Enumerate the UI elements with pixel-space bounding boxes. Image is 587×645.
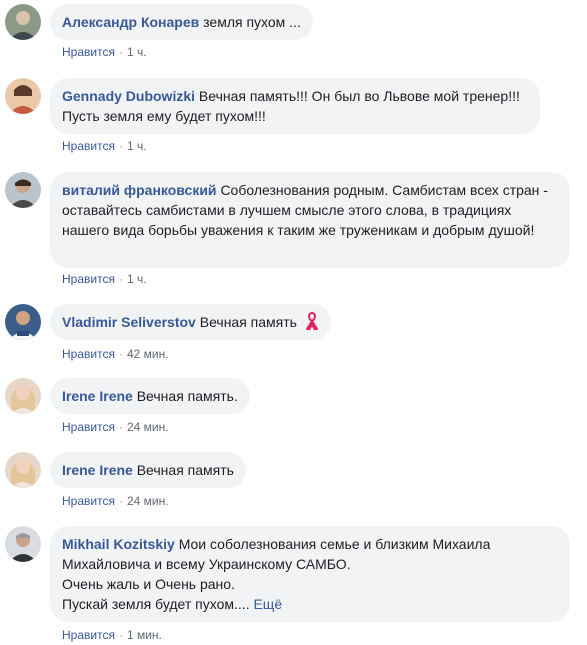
comment-meta: Нравится · 1 мин. <box>62 627 162 643</box>
comment-author[interactable]: Mikhail Kozitskiy <box>62 536 175 552</box>
comment-bubble: Irene Irene Вечная память. <box>50 378 250 414</box>
comment-meta: Нравится · 1 ч. <box>62 138 147 154</box>
comment-text-line: Пускай земля будет пухом.... <box>62 596 250 612</box>
separator-dot: · <box>118 272 123 286</box>
comment-text: Вечная память <box>199 314 297 330</box>
avatar[interactable] <box>5 304 41 340</box>
comment-text: земля пухом ... <box>203 14 301 30</box>
comment-meta: Нравится · 1 ч. <box>62 271 147 287</box>
comment-meta: Нравится · 42 мин. <box>62 346 169 362</box>
like-link[interactable]: Нравится <box>62 347 115 361</box>
separator-dot: · <box>118 494 123 508</box>
separator-dot: · <box>118 139 123 153</box>
avatar[interactable] <box>5 452 41 488</box>
avatar[interactable] <box>5 78 41 114</box>
like-link[interactable]: Нравится <box>62 45 115 59</box>
comment-bubble: Irene Irene Вечная память <box>50 452 246 488</box>
like-link[interactable]: Нравится <box>62 494 115 508</box>
comment-text: Вечная память. <box>136 388 238 404</box>
comment-meta: Нравится · 1 ч. <box>62 44 147 60</box>
comment-meta: Нравится · 24 мин. <box>62 419 169 435</box>
comment-author[interactable]: Irene Irene <box>62 388 133 404</box>
avatar[interactable] <box>5 526 41 562</box>
like-link[interactable]: Нравится <box>62 272 115 286</box>
ribbon-icon <box>305 312 319 335</box>
separator-dot: · <box>118 420 123 434</box>
comment-author[interactable]: Gennady Dubowizki <box>62 88 195 104</box>
comment-bubble: Gennady Dubowizki Вечная память!!! Он бы… <box>50 78 540 134</box>
comment-meta: Нравится · 24 мин. <box>62 493 169 509</box>
separator-dot: · <box>118 45 123 59</box>
comment-time[interactable]: 1 ч. <box>127 139 147 153</box>
comment-time[interactable]: 42 мин. <box>127 347 169 361</box>
like-link[interactable]: Нравится <box>62 628 115 642</box>
like-link[interactable]: Нравится <box>62 420 115 434</box>
comment-bubble: Vladimir Seliverstov Вечная память <box>50 304 331 340</box>
comment-author[interactable]: Irene Irene <box>62 462 133 478</box>
comment-time[interactable]: 24 мин. <box>127 494 169 508</box>
comment-time[interactable]: 24 мин. <box>127 420 169 434</box>
avatar[interactable] <box>5 4 41 40</box>
comment-author[interactable]: Vladimir Seliverstov <box>62 314 196 330</box>
comment-bubble: виталий франковский Соболезнования родны… <box>50 172 570 268</box>
comment-bubble: Mikhail Kozitskiy Мои соболезнования сем… <box>50 526 570 622</box>
avatar[interactable] <box>5 378 41 414</box>
comment-author[interactable]: виталий франковский <box>62 182 217 198</box>
comment-time[interactable]: 1 ч. <box>127 272 147 286</box>
like-link[interactable]: Нравится <box>62 139 115 153</box>
separator-dot: · <box>118 628 123 642</box>
avatar[interactable] <box>5 172 41 208</box>
comment-time[interactable]: 1 мин. <box>127 628 162 642</box>
see-more-link[interactable]: Ещё <box>253 596 282 612</box>
separator-dot: · <box>118 347 123 361</box>
comment-time[interactable]: 1 ч. <box>127 45 147 59</box>
comment-text: Вечная память <box>136 462 234 478</box>
comment-text-line: Очень жаль и Очень рано. <box>62 576 235 592</box>
comment-bubble: Александр Конарев земля пухом ... <box>50 4 313 40</box>
comment-author[interactable]: Александр Конарев <box>62 14 199 30</box>
